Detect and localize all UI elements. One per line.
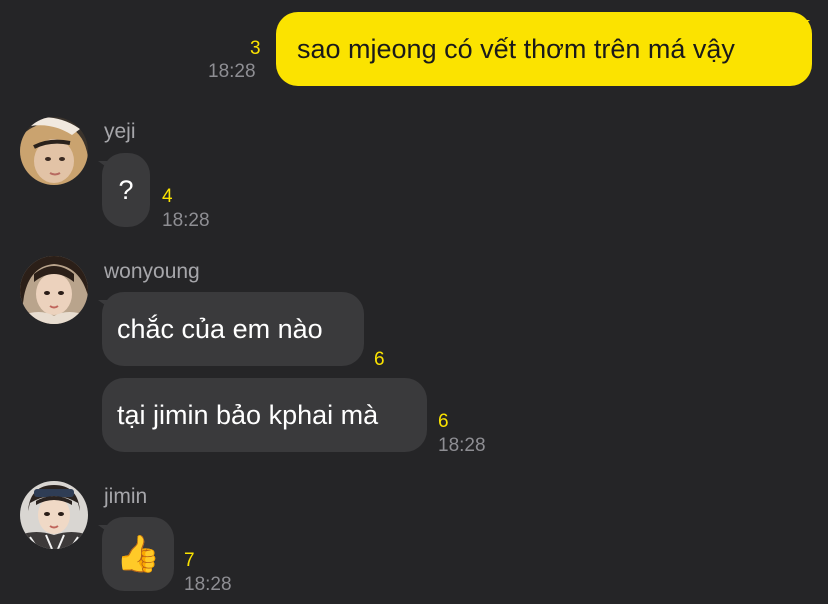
sender-name: wonyoung <box>104 260 200 283</box>
incoming-message-bubble[interactable]: tại jimin bảo kphai mà <box>102 378 427 452</box>
unread-count: 6 <box>374 349 385 370</box>
message-text: chắc của em nào <box>117 313 323 344</box>
chat-message-list[interactable]: sao mjeong có vết thơm trên má vậy 3 18:… <box>0 0 828 604</box>
message-timestamp: 18:28 <box>208 61 256 82</box>
unread-count: 3 <box>250 38 261 59</box>
avatar-wonyoung[interactable] <box>20 256 88 324</box>
message-text: sao mjeong có vết thơm trên má vậy <box>297 33 735 64</box>
sender-name: yeji <box>104 120 136 143</box>
unread-count: 7 <box>184 550 195 571</box>
incoming-message-bubble[interactable]: 👍 <box>102 517 174 591</box>
sender-name: jimin <box>104 485 148 508</box>
incoming-message-bubble[interactable]: ? <box>102 153 150 227</box>
thumbs-up-icon: 👍 <box>115 533 161 574</box>
avatar-jimin[interactable] <box>20 481 88 549</box>
message-timestamp: 18:28 <box>184 574 232 595</box>
unread-count: 6 <box>438 411 449 432</box>
my-message-bubble[interactable]: sao mjeong có vết thơm trên má vậy <box>276 12 812 86</box>
avatar-yeji[interactable] <box>20 117 88 185</box>
message-timestamp: 18:28 <box>162 210 210 231</box>
unread-count: 4 <box>162 186 173 207</box>
message-text: tại jimin bảo kphai mà <box>117 399 379 430</box>
incoming-message-bubble[interactable]: chắc của em nào <box>102 292 364 366</box>
message-timestamp: 18:28 <box>438 435 486 456</box>
message-text: ? <box>118 174 134 205</box>
